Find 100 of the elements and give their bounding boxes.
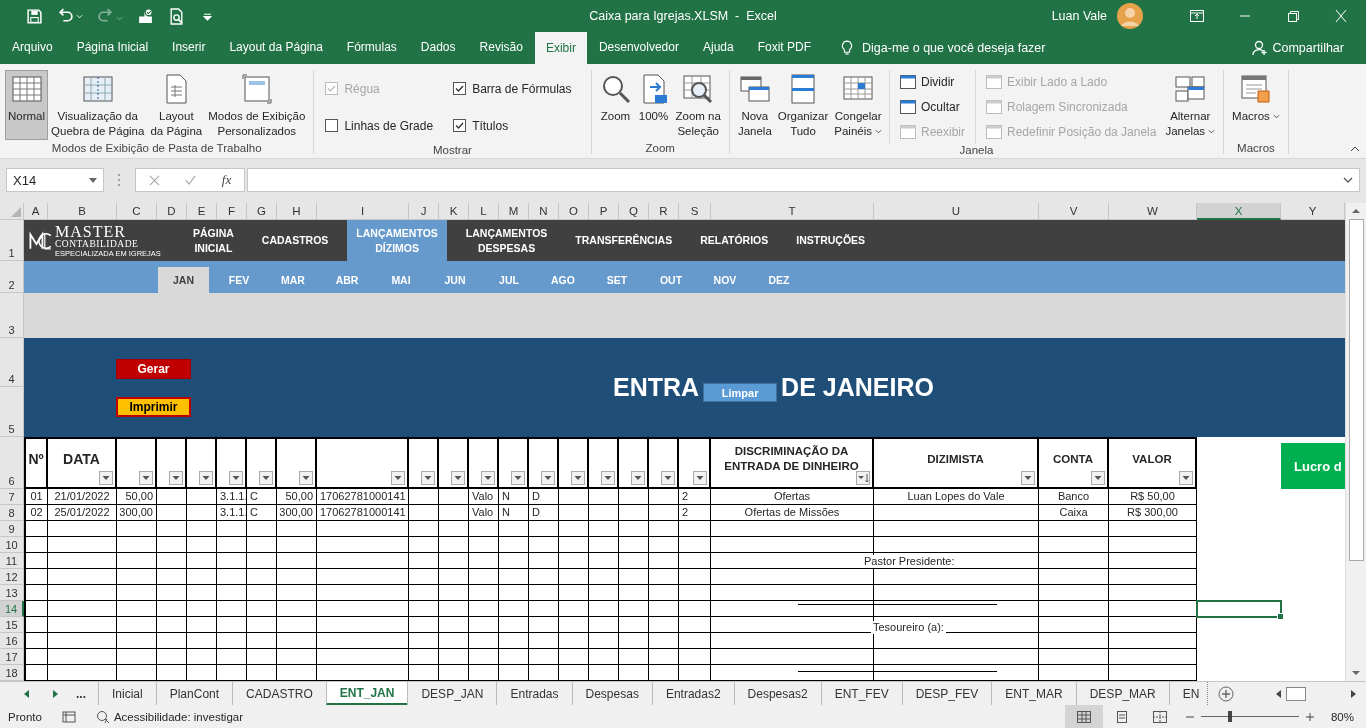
- filter-dropdown-icon[interactable]: [511, 471, 525, 485]
- row-header[interactable]: 10: [0, 537, 24, 553]
- column-header[interactable]: Q: [619, 203, 649, 220]
- user-name[interactable]: Luan Vale: [1051, 9, 1107, 23]
- column-header[interactable]: H: [277, 203, 317, 220]
- column-header[interactable]: U: [874, 203, 1039, 220]
- zoom-slider[interactable]: [1200, 710, 1299, 724]
- row-header[interactable]: 16: [0, 633, 24, 649]
- ribbon-button[interactable]: Zoom na Seleção: [672, 70, 724, 140]
- column-header[interactable]: P: [589, 203, 619, 220]
- ribbon-button[interactable]: Modos de Exibição Personalizados: [205, 70, 309, 140]
- filter-dropdown-icon[interactable]: [259, 471, 273, 485]
- close-icon[interactable]: [1334, 10, 1348, 22]
- nav-link[interactable]: CADASTROS: [252, 220, 338, 261]
- lightbulb-icon[interactable]: [841, 40, 853, 56]
- filter-dropdown-icon[interactable]: [169, 471, 183, 485]
- row-header[interactable]: 4: [0, 338, 24, 387]
- filter-dropdown-icon[interactable]: [391, 471, 405, 485]
- filter-dropdown-icon[interactable]: [661, 471, 675, 485]
- checkbox-label[interactable]: Títulos: [472, 118, 509, 133]
- ribbon-tab[interactable]: Foxit PDF: [745, 32, 823, 62]
- column-header[interactable]: C: [117, 203, 157, 220]
- row-header[interactable]: 17: [0, 649, 24, 665]
- filter-dropdown-icon[interactable]: [631, 471, 645, 485]
- ribbon-button[interactable]: 100%: [634, 70, 673, 140]
- filter-dropdown-icon[interactable]: [451, 471, 465, 485]
- column-header[interactable]: Y: [1281, 203, 1345, 220]
- formula-field[interactable]: [247, 168, 1360, 192]
- filter-dropdown-icon[interactable]: [856, 471, 870, 485]
- filter-dropdown-icon[interactable]: [481, 471, 495, 485]
- name-box[interactable]: X14: [6, 168, 104, 192]
- scroll-left-icon[interactable]: [1276, 689, 1282, 698]
- view-button[interactable]: [1064, 705, 1103, 728]
- filter-dropdown-icon[interactable]: [541, 471, 555, 485]
- vertical-scrollbar[interactable]: [1345, 203, 1366, 681]
- nav-link[interactable]: LANÇAMENTOS DESPESAS: [456, 220, 557, 261]
- filter-dropdown-icon[interactable]: [199, 471, 213, 485]
- ribbon-button[interactable]: Macros: [1229, 70, 1283, 140]
- ribbon-button[interactable]: Congelar Painéis: [831, 70, 885, 140]
- zoom-slider-thumb[interactable]: [1228, 711, 1233, 722]
- checkbox-label[interactable]: Linhas de Grade: [344, 118, 434, 133]
- scroll-down-icon[interactable]: [1351, 670, 1361, 676]
- column-header[interactable]: O: [559, 203, 589, 220]
- column-header[interactable]: L: [469, 203, 499, 220]
- filter-dropdown-icon[interactable]: [229, 471, 243, 485]
- filter-dropdown-icon[interactable]: [1021, 471, 1035, 485]
- row-header[interactable]: 15: [0, 617, 24, 633]
- collapse-ribbon-icon[interactable]: [1350, 146, 1360, 152]
- column-header[interactable]: S: [679, 203, 711, 220]
- nav-link[interactable]: RELATÓRIOS: [691, 220, 778, 261]
- row-header[interactable]: 13: [0, 585, 24, 601]
- ribbon-tab[interactable]: Layout da Página: [217, 32, 335, 62]
- filter-dropdown-icon[interactable]: [99, 471, 113, 485]
- ribbon-tab[interactable]: Arquivo: [0, 32, 65, 62]
- next-sheet-icon[interactable]: [52, 689, 58, 698]
- print-preview-icon[interactable]: [168, 7, 185, 25]
- ribbon-tab[interactable]: Exibir: [534, 32, 587, 64]
- filter-dropdown-icon[interactable]: [139, 471, 153, 485]
- generate-button[interactable]: Gerar: [116, 358, 191, 379]
- customize-caret-icon[interactable]: [203, 11, 212, 21]
- add-sheet-icon[interactable]: [1218, 685, 1235, 702]
- accessibility-status[interactable]: Acessibilidade: investigar: [81, 710, 243, 724]
- ribbon-tab[interactable]: Desenvolvedor: [586, 32, 691, 62]
- macro-recording-icon[interactable]: [61, 710, 76, 724]
- touch-mode-icon[interactable]: [137, 7, 154, 25]
- ribbon-tab[interactable]: Revisão: [467, 32, 535, 62]
- undo-icon[interactable]: [57, 7, 74, 25]
- checkbox-label[interactable]: Barra de Fórmulas: [472, 81, 572, 96]
- row-header[interactable]: 18: [0, 665, 24, 681]
- save-icon[interactable]: [26, 7, 43, 25]
- month-tab[interactable]: JAN: [158, 267, 209, 293]
- filter-dropdown-icon[interactable]: [1091, 471, 1105, 485]
- ribbon-button[interactable]: Ocultar: [900, 100, 965, 114]
- selected-cell[interactable]: [1197, 601, 1281, 617]
- previous-sheet-icon[interactable]: [24, 689, 30, 698]
- row-header[interactable]: 14: [0, 601, 24, 617]
- ribbon-button[interactable]: Layout da Página: [147, 70, 206, 140]
- row-header[interactable]: 6: [0, 437, 24, 489]
- column-header[interactable]: V: [1039, 203, 1109, 220]
- scroll-up-icon[interactable]: [1351, 208, 1361, 214]
- zoom-level[interactable]: 80%: [1330, 711, 1354, 723]
- column-header[interactable]: B: [48, 203, 117, 220]
- ribbon-button[interactable]: Normal: [5, 70, 49, 140]
- column-header[interactable]: E: [187, 203, 217, 220]
- restore-icon[interactable]: [1286, 10, 1300, 22]
- tell-me-field[interactable]: Diga-me o que você deseja fazer: [862, 41, 1046, 55]
- row-header[interactable]: 8: [0, 505, 24, 521]
- row-header[interactable]: 12: [0, 569, 24, 585]
- row-header[interactable]: 5: [0, 387, 24, 437]
- share-button[interactable]: Compartilhar: [1252, 40, 1344, 56]
- column-header[interactable]: G: [247, 203, 277, 220]
- ribbon-tab[interactable]: Fórmulas: [334, 32, 409, 62]
- ribbon-button[interactable]: Alternar Janelas: [1162, 70, 1219, 140]
- zoom-in-icon[interactable]: [1305, 713, 1314, 721]
- expand-icon[interactable]: [1343, 177, 1353, 183]
- column-header[interactable]: X: [1197, 203, 1281, 220]
- row-header[interactable]: 2: [0, 261, 24, 293]
- column-header[interactable]: T: [711, 203, 874, 220]
- ribbon-button[interactable]: Visualização da Quebra de Página: [48, 70, 148, 140]
- column-header[interactable]: J: [409, 203, 439, 220]
